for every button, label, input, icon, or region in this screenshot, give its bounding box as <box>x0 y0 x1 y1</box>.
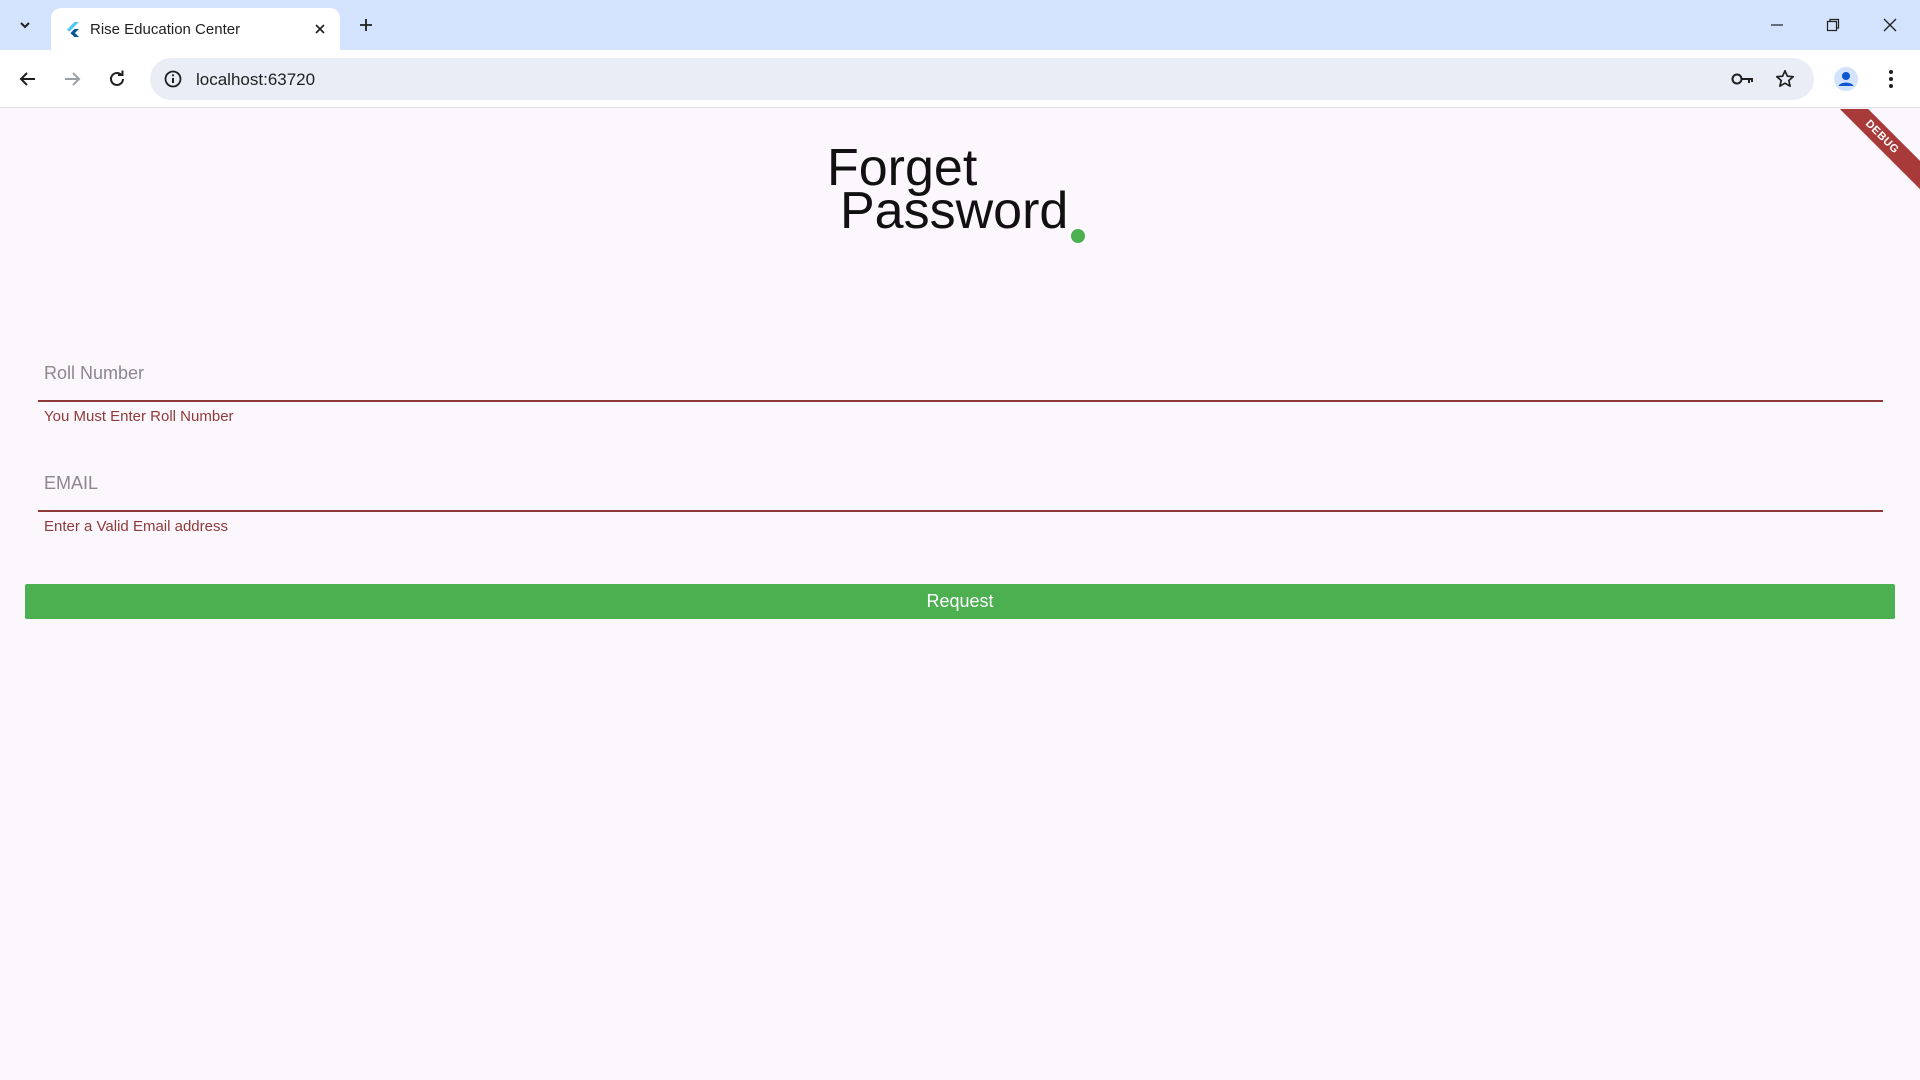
restore-icon <box>1826 18 1840 32</box>
more-vert-icon <box>1889 70 1893 88</box>
email-underline <box>38 510 1883 512</box>
tab-search-button[interactable] <box>8 9 42 41</box>
roll-number-input[interactable] <box>38 353 1883 393</box>
title-dot-decoration <box>1071 229 1085 243</box>
close-icon <box>1883 18 1897 32</box>
roll-number-underline <box>38 400 1883 402</box>
arrow-left-icon <box>19 72 35 86</box>
debug-banner: DEBUG <box>1818 109 1920 201</box>
tab-close-button[interactable] <box>308 17 332 41</box>
profile-button[interactable] <box>1829 62 1863 96</box>
star-icon <box>1775 69 1795 88</box>
site-info-button[interactable] <box>162 68 184 90</box>
request-button[interactable]: Request <box>25 584 1895 619</box>
arrow-right-icon <box>65 72 81 86</box>
person-icon <box>1834 67 1858 91</box>
flutter-icon <box>67 22 79 37</box>
password-manager-button[interactable] <box>1730 67 1756 91</box>
reload-icon <box>110 70 124 86</box>
email-error: Enter a Valid Email address <box>44 518 228 535</box>
new-tab-button[interactable] <box>351 10 381 40</box>
info-icon <box>164 70 182 88</box>
key-icon <box>1731 73 1753 85</box>
restore-button[interactable] <box>1816 8 1850 42</box>
back-button[interactable] <box>11 62 45 96</box>
reload-button[interactable] <box>100 62 134 96</box>
page-content: DEBUG Forget Password Roll Number You Mu… <box>0 109 1920 1080</box>
browser-menu-button[interactable] <box>1874 62 1908 96</box>
url-text[interactable]: localhost:63720 <box>196 70 315 90</box>
page-title-line2: Password <box>840 182 1069 240</box>
tab-title: Rise Education Center <box>90 21 241 38</box>
browser-tab[interactable]: Rise Education Center <box>51 8 340 50</box>
close-window-button[interactable] <box>1873 8 1907 42</box>
forward-button[interactable] <box>55 62 89 96</box>
close-icon <box>315 24 325 34</box>
browser-toolbar: localhost:63720 <box>0 50 1920 108</box>
tab-strip: Rise Education Center <box>0 0 1920 50</box>
bookmark-button[interactable] <box>1772 67 1798 91</box>
plus-icon <box>360 19 372 31</box>
chevron-down-icon <box>20 22 30 29</box>
email-input[interactable] <box>38 463 1883 503</box>
roll-number-error: You Must Enter Roll Number <box>44 408 234 425</box>
minimize-button[interactable] <box>1760 8 1794 42</box>
minimize-icon <box>1771 24 1783 26</box>
address-bar[interactable]: localhost:63720 <box>150 58 1814 100</box>
